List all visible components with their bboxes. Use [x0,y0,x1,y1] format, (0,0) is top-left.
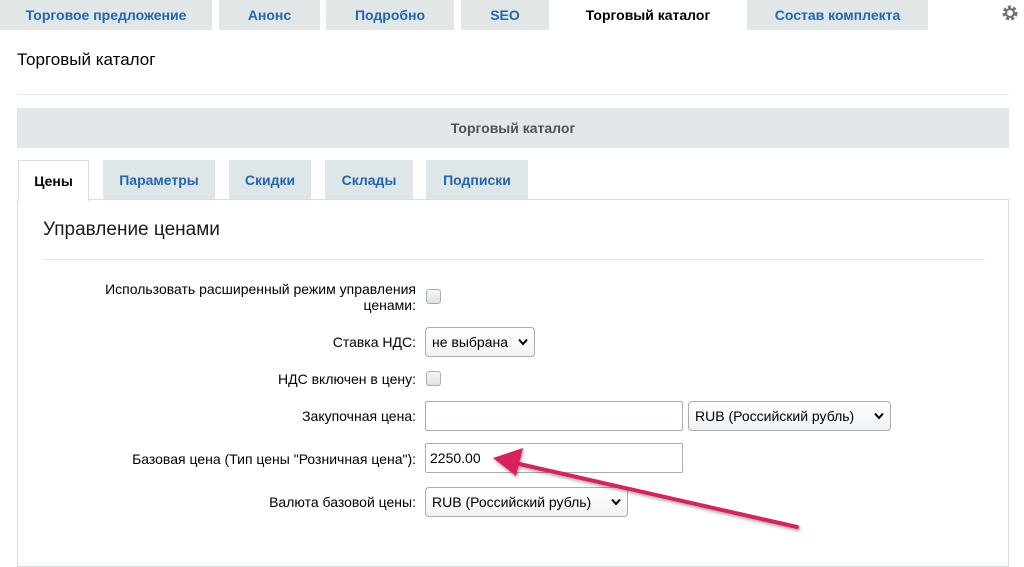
base-price-input[interactable]: 2250.00 [425,443,683,473]
extended-mode-checkbox[interactable] [426,289,441,304]
panel-title: Управление ценами [43,219,220,240]
tab-trade-offer[interactable]: Торговое предложение [0,0,212,30]
extended-mode-label: Использовать расширенный режим управлени… [105,281,416,313]
base-currency-select[interactable]: RUB (Российский рубль) [425,487,628,517]
vat-included-checkbox[interactable] [426,371,441,386]
page-title: Торговый каталог [17,50,156,69]
base-currency-value: RUB (Российский рубль) [432,494,592,510]
subtab-warehouses[interactable]: Склады [325,160,413,200]
gear-icon[interactable] [1000,3,1020,23]
purchase-currency-value: RUB (Российский рубль) [695,408,855,424]
vat-rate-label: Ставка НДС: [332,334,416,350]
tab-details[interactable]: Подробно [326,0,454,30]
purchase-price-label: Закупочная цена: [302,408,416,424]
tab-announcement[interactable]: Анонс [219,0,320,30]
vat-rate-select[interactable]: не выбрана [425,327,535,357]
purchase-price-input[interactable] [425,401,683,431]
subtab-parameters[interactable]: Параметры [103,160,215,200]
chevron-down-icon [518,338,528,346]
base-price-label: Базовая цена (Тип цены "Розничная цена")… [132,451,416,467]
section-header: Торговый каталог [17,108,1009,148]
base-currency-label: Валюта базовой цены: [269,494,416,510]
tab-seo[interactable]: SEO [461,0,549,30]
tab-bundle-composition[interactable]: Состав комплекта [747,0,928,30]
vat-rate-value: не выбрана [432,334,509,350]
divider [17,94,1009,95]
subtab-discounts[interactable]: Скидки [229,160,311,200]
tab-trade-catalog[interactable]: Торговый каталог [556,0,740,30]
top-tab-bar: Торговое предложение Анонс Подробно SEO … [0,0,1024,30]
subtab-subscriptions[interactable]: Подписки [426,160,528,200]
chevron-down-icon [874,412,884,420]
divider [43,259,985,260]
purchase-currency-select[interactable]: RUB (Российский рубль) [688,401,891,431]
chevron-down-icon [611,498,621,506]
vat-included-label: НДС включен в цену: [278,371,416,387]
subtab-prices[interactable]: Цены [18,160,89,201]
